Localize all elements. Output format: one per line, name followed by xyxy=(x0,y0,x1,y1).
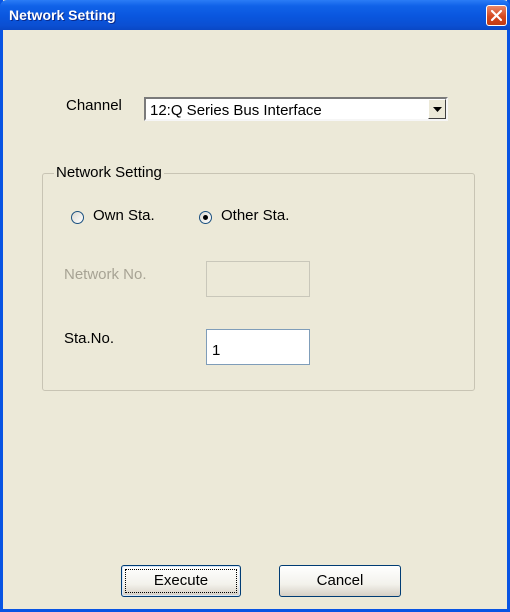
channel-select[interactable]: 12:Q Series Bus Interface xyxy=(144,97,448,121)
network-number-field xyxy=(206,261,310,297)
title-bar[interactable]: Network Setting xyxy=(0,0,510,30)
channel-label: Channel xyxy=(66,97,122,114)
other-station-radio[interactable] xyxy=(199,211,212,224)
own-station-radio[interactable] xyxy=(71,211,84,224)
channel-select-value: 12:Q Series Bus Interface xyxy=(150,102,322,119)
network-setting-dialog: Network Setting Channel 12:Q Series Bus … xyxy=(0,0,510,612)
network-number-input xyxy=(207,262,309,296)
cancel-button[interactable]: Cancel xyxy=(279,565,401,597)
own-station-label[interactable]: Own Sta. xyxy=(93,207,155,224)
execute-button-label: Execute xyxy=(153,572,209,589)
other-station-label[interactable]: Other Sta. xyxy=(221,207,289,224)
window-title: Network Setting xyxy=(9,7,116,23)
close-button[interactable] xyxy=(486,5,507,26)
chevron-down-icon xyxy=(433,107,442,112)
cancel-button-label: Cancel xyxy=(316,572,364,589)
network-number-label: Network No. xyxy=(64,266,147,283)
radio-selected-dot xyxy=(203,215,208,220)
station-number-field[interactable] xyxy=(206,329,310,365)
channel-dropdown-button[interactable] xyxy=(428,99,446,119)
station-number-input[interactable] xyxy=(207,330,309,364)
station-number-label: Sta.No. xyxy=(64,330,115,347)
close-icon xyxy=(490,9,503,22)
execute-button[interactable]: Execute xyxy=(121,565,241,597)
group-title: Network Setting xyxy=(54,164,164,181)
